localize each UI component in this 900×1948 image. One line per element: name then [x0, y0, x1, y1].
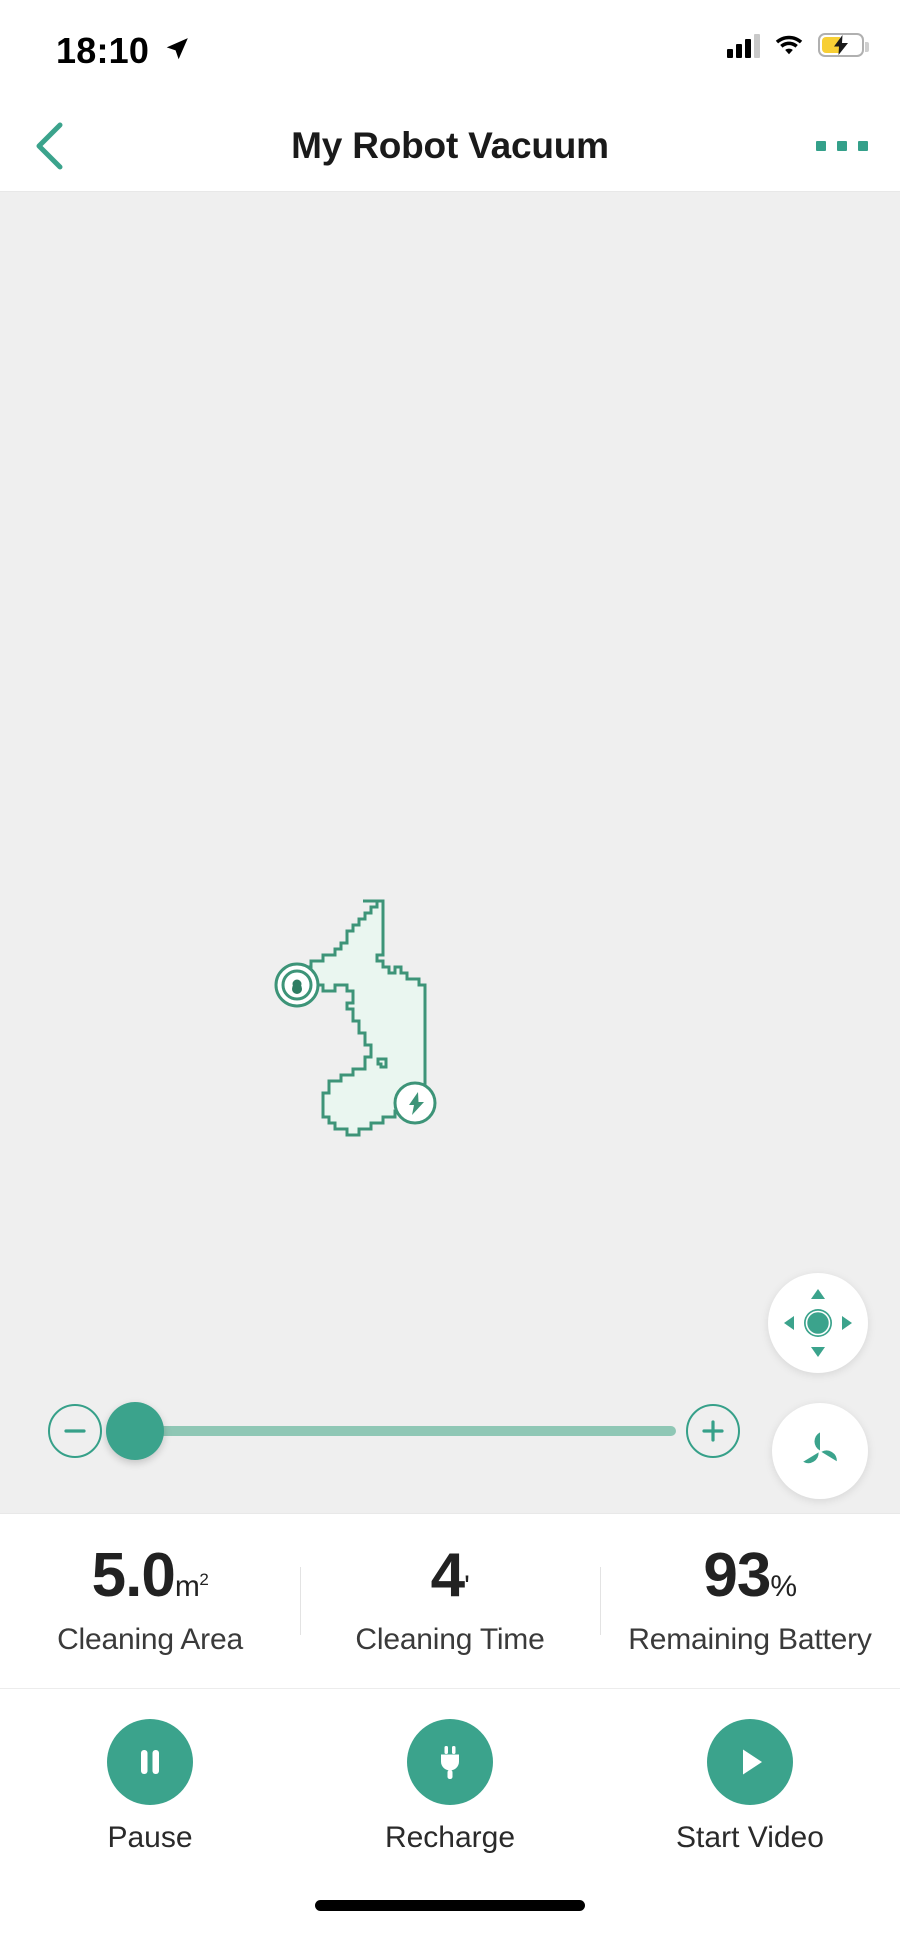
- stat-value: 93: [703, 1541, 771, 1610]
- action-bar: Pause Recharge Start Video: [0, 1688, 900, 1888]
- home-indicator-bar[interactable]: [315, 1900, 585, 1911]
- slider-track: [112, 1426, 676, 1436]
- stat-value: 4: [430, 1541, 465, 1610]
- chevron-up-icon: [811, 1289, 825, 1299]
- more-horizontal-icon: [837, 140, 847, 151]
- action-label: Start Video: [676, 1821, 824, 1854]
- more-horizontal-icon: [858, 140, 868, 151]
- app-screen: 18:10 My Robot Vacuum 5.0m2 Cleaning Are…: [0, 0, 900, 1948]
- stat-label: Cleaning Time: [355, 1623, 545, 1656]
- start-video-button[interactable]: Start Video: [600, 1719, 900, 1855]
- suction-slider-row: [48, 1395, 740, 1467]
- wifi-icon: [775, 35, 803, 55]
- slider-track-area[interactable]: [105, 1402, 676, 1460]
- stat-cleaning-area: 5.0m2 Cleaning Area: [0, 1545, 300, 1657]
- chevron-left-icon: [784, 1316, 794, 1330]
- fan-speed-icon: [803, 1432, 837, 1464]
- stat-unit: %: [770, 1570, 797, 1603]
- decrease-button[interactable]: [48, 1404, 102, 1458]
- stat-cleaning-time: 4' Cleaning Time: [300, 1545, 600, 1657]
- action-label: Pause: [107, 1821, 193, 1854]
- plus-circle-icon: [702, 1420, 724, 1442]
- battery-charging-icon: [818, 33, 869, 57]
- floor-plan-map: [274, 899, 437, 1137]
- minus-circle-icon: [64, 1429, 86, 1433]
- map-canvas[interactable]: [0, 192, 900, 1513]
- stat-label: Cleaning Area: [57, 1623, 243, 1656]
- fan-speed-button[interactable]: [772, 1403, 868, 1499]
- play-icon: [743, 1749, 762, 1775]
- circle-center-icon: [804, 1309, 832, 1337]
- increase-button[interactable]: [686, 1404, 740, 1458]
- home-indicator-area: [0, 1888, 900, 1948]
- stat-label: Remaining Battery: [628, 1623, 872, 1656]
- battery-bolt-icon: [834, 35, 848, 55]
- more-options-button[interactable]: [810, 129, 874, 163]
- recharge-button[interactable]: Recharge: [300, 1719, 600, 1855]
- chevron-down-icon: [811, 1347, 825, 1357]
- power-plug-icon: [441, 1746, 459, 1779]
- direction-pad-control[interactable]: [768, 1273, 868, 1373]
- stats-row: 5.0m2 Cleaning Area 4' Cleaning Time 93%…: [0, 1513, 900, 1688]
- nav-bar: My Robot Vacuum: [0, 100, 900, 192]
- chevron-left-icon: [36, 122, 63, 169]
- action-label: Recharge: [384, 1821, 516, 1854]
- status-bar-time: 18:10: [56, 30, 150, 71]
- status-bar: 18:10: [0, 0, 900, 100]
- stat-unit: m2: [174, 1570, 209, 1603]
- stat-value: 5.0: [91, 1541, 176, 1610]
- location-arrow-icon: [166, 38, 188, 60]
- pause-icon: [141, 1750, 159, 1774]
- stat-unit: ': [464, 1570, 470, 1603]
- status-bar-indicators: [727, 32, 869, 58]
- chevron-right-icon: [842, 1316, 852, 1330]
- more-horizontal-icon: [816, 140, 826, 151]
- robot-position-icon: [274, 962, 320, 1008]
- stat-remaining-battery: 93% Remaining Battery: [600, 1545, 900, 1657]
- charging-dock-icon: [393, 1081, 437, 1125]
- pause-button[interactable]: Pause: [0, 1719, 300, 1855]
- slider-thumb[interactable]: [105, 1402, 164, 1460]
- cellular-signal-icon: [727, 32, 760, 58]
- page-title: My Robot Vacuum: [291, 124, 609, 166]
- back-button[interactable]: [22, 119, 76, 173]
